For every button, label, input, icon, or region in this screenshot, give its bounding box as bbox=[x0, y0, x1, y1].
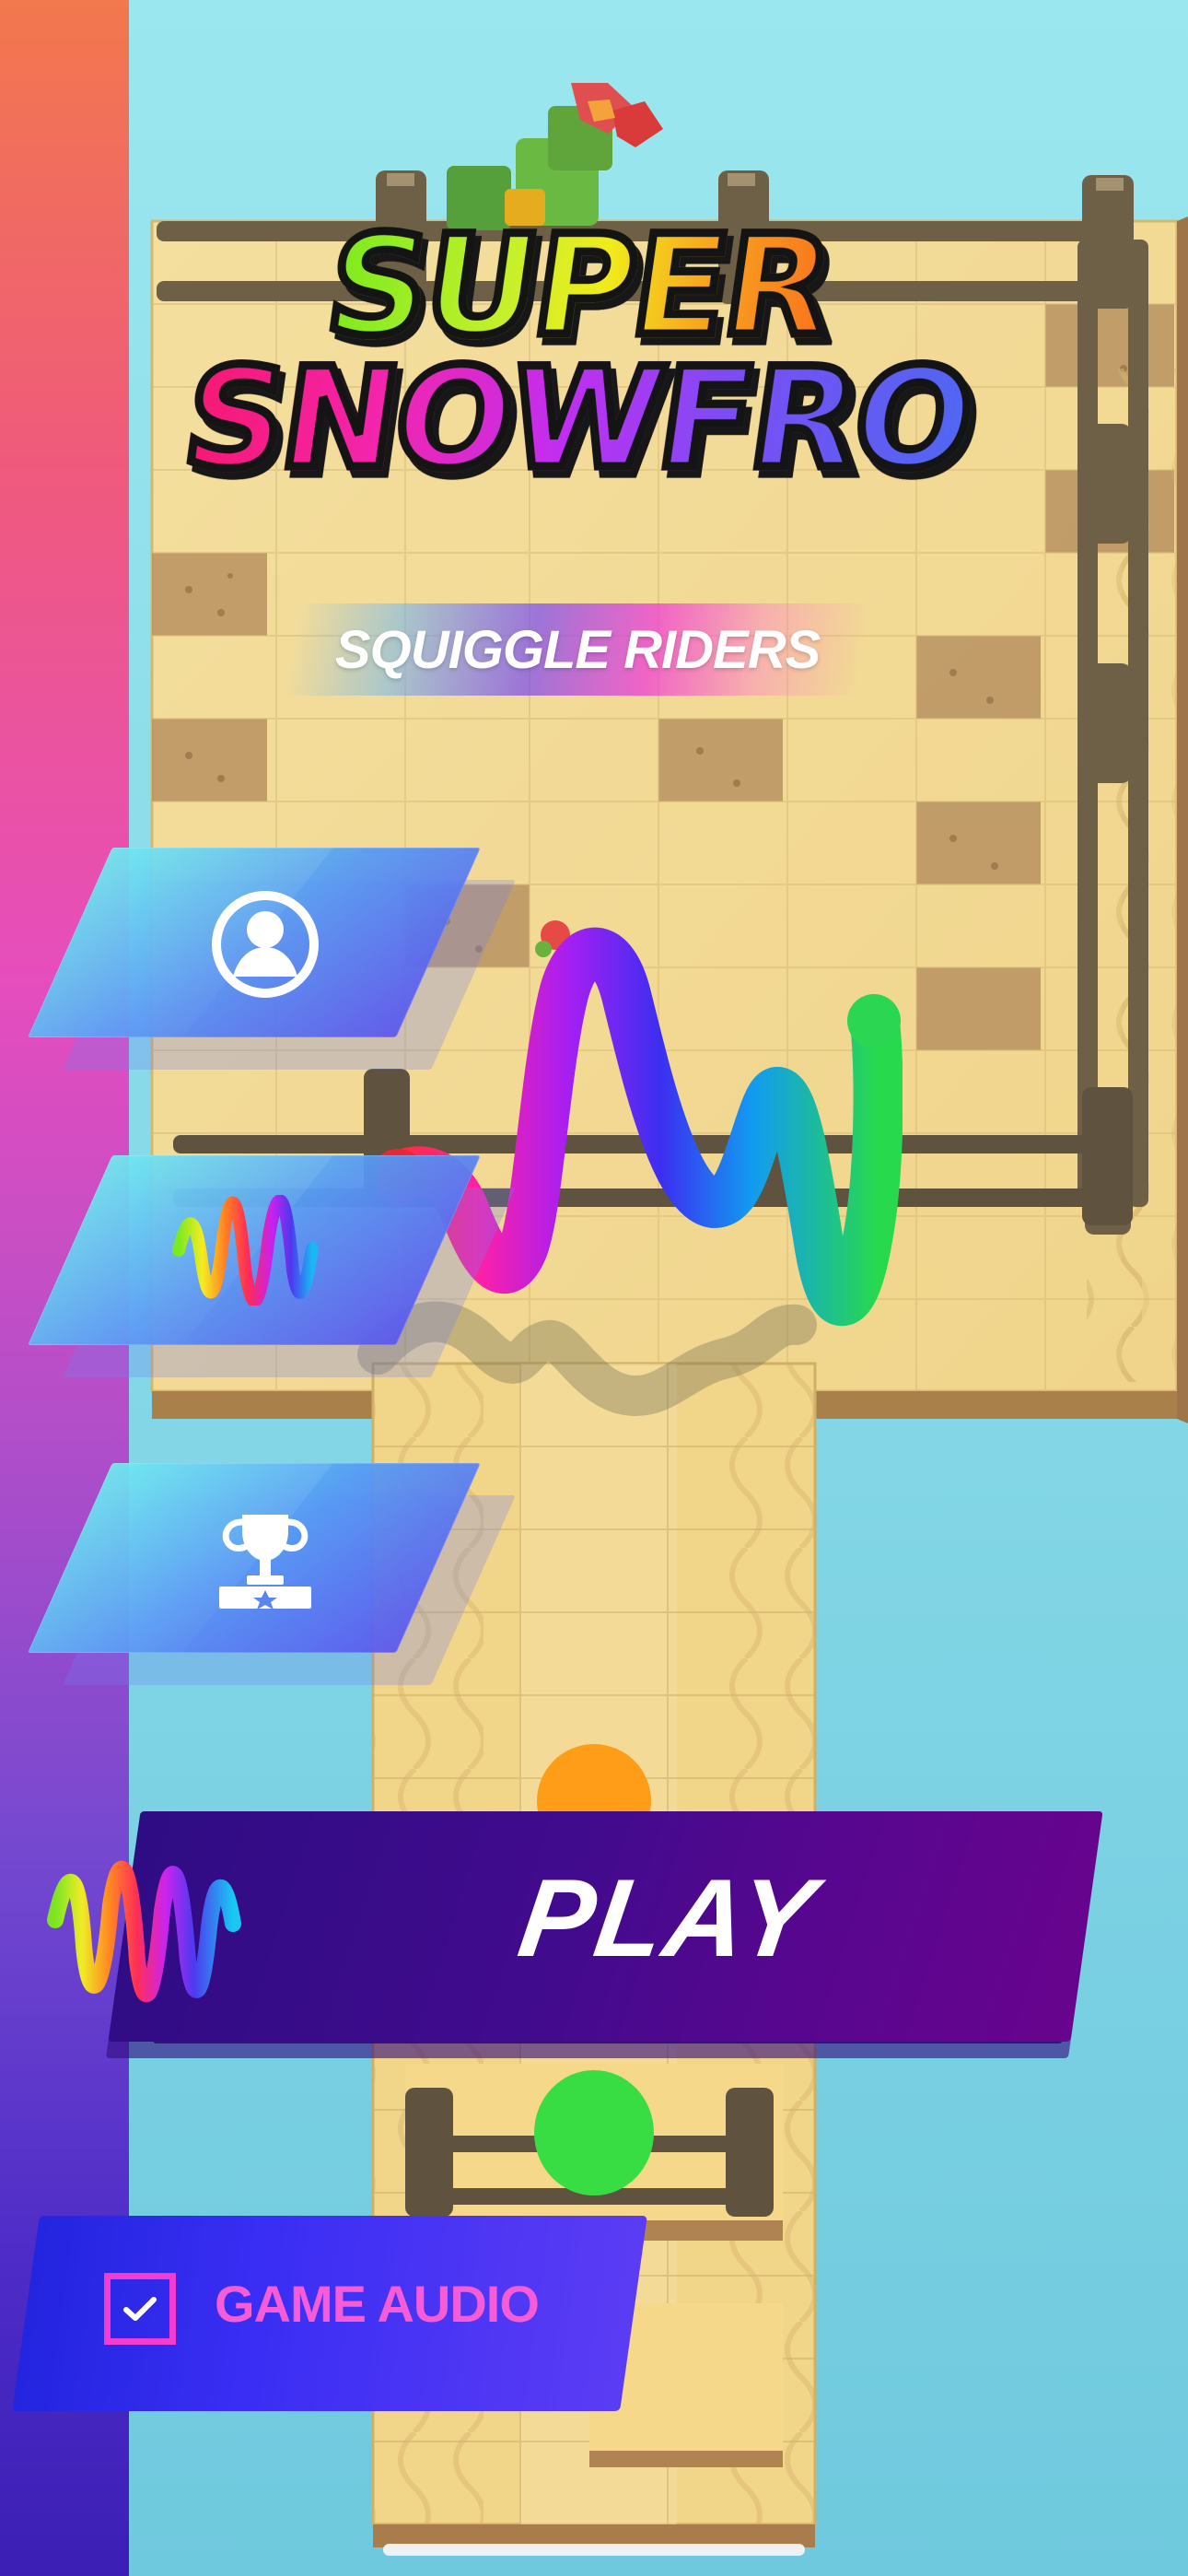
play-button-label: PLAY bbox=[512, 1856, 823, 1980]
home-indicator[interactable] bbox=[383, 2544, 805, 2556]
title-line-bottom: SNOWFRO bbox=[171, 335, 985, 504]
play-button[interactable]: PLAY bbox=[41, 1811, 1110, 2088]
trophy-podium-icon bbox=[205, 1502, 325, 1617]
game-audio-checkbox[interactable] bbox=[104, 2273, 176, 2345]
profile-button[interactable] bbox=[28, 848, 516, 1070]
play-squiggle-icon bbox=[47, 1860, 241, 2003]
game-audio-toggle[interactable]: GAME AUDIO bbox=[12, 2216, 647, 2414]
game-audio-label[interactable]: GAME AUDIO bbox=[215, 2278, 540, 2330]
title-line-top: SUPER bbox=[313, 203, 844, 371]
squiggle-character-icon bbox=[169, 1192, 326, 1307]
subtitle-banner: SQUIGGLE RIDERS bbox=[283, 603, 872, 696]
user-profile-icon bbox=[205, 886, 325, 1001]
checkmark-icon bbox=[123, 2297, 157, 2321]
game-title: SUPER SNOWFRO bbox=[99, 203, 1057, 504]
game-main-menu-screen: SUPER SNOWFRO SQUIGGLE RIDERS PLAY GAME … bbox=[0, 0, 1188, 2576]
leaderboard-button[interactable] bbox=[28, 1463, 516, 1685]
subtitle-text: SQUIGGLE RIDERS bbox=[334, 619, 821, 680]
character-button[interactable] bbox=[28, 1155, 516, 1377]
